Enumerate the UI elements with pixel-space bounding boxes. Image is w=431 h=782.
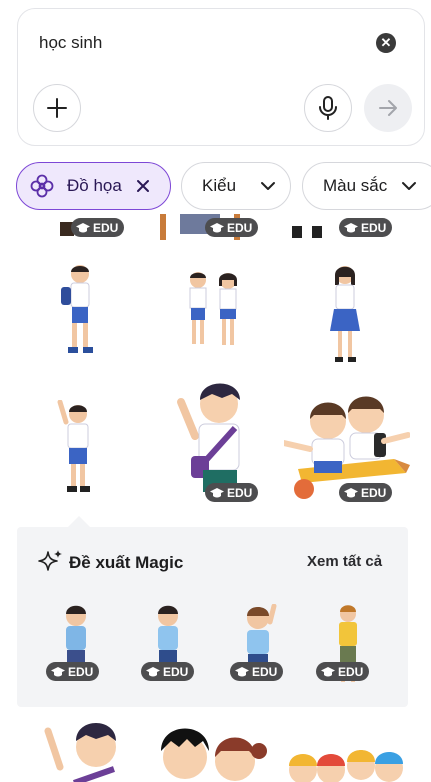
result-illustration-boy-backpack[interactable] — [58, 263, 104, 366]
edu-badge: EDU — [205, 218, 259, 237]
graduation-cap-icon — [344, 487, 358, 497]
see-all-link[interactable]: Xem tất cả — [307, 553, 382, 570]
edu-badge: EDU — [141, 662, 195, 681]
result-illustration[interactable] — [283, 744, 409, 782]
clear-search-button[interactable]: ✕ — [376, 33, 396, 53]
search-input[interactable]: học sinh — [39, 33, 102, 53]
close-icon: ✕ — [380, 35, 392, 50]
submit-search-button[interactable] — [364, 84, 412, 132]
graduation-cap-icon — [146, 666, 160, 676]
add-button[interactable] — [33, 84, 81, 132]
result-illustration-girl-student[interactable] — [325, 263, 365, 370]
voice-search-button[interactable] — [304, 84, 352, 132]
graduation-cap-icon — [210, 487, 224, 497]
graduation-cap-icon — [76, 222, 90, 232]
filter-chip-graphics-label: Đồ họa — [67, 176, 122, 195]
filter-chip-style-label: Kiểu — [202, 176, 237, 195]
graduation-cap-icon — [235, 666, 249, 676]
search-box[interactable]: học sinh ✕ — [17, 8, 425, 146]
filter-chip-style[interactable]: Kiểu — [181, 162, 291, 210]
filter-chip-color[interactable]: Màu sắc — [302, 162, 431, 210]
arrow-right-icon — [379, 100, 397, 116]
edu-badge: EDU — [339, 218, 393, 237]
result-illustration-boy-waving[interactable] — [56, 399, 98, 501]
mic-icon — [319, 96, 337, 120]
result-illustration[interactable] — [40, 721, 130, 782]
panel-pointer — [68, 516, 90, 527]
chevron-down-icon — [402, 182, 417, 190]
filter-chips: Đồ họa Kiểu Màu sắc — [16, 162, 431, 212]
graduation-cap-icon — [321, 666, 335, 676]
chevron-down-icon — [261, 182, 276, 190]
flower-icon — [30, 174, 54, 198]
edu-badge: EDU — [339, 483, 393, 502]
edu-badge: EDU — [230, 662, 284, 681]
graduation-cap-icon — [51, 666, 65, 676]
graduation-cap-icon — [210, 222, 224, 232]
edu-badge: EDU — [46, 662, 100, 681]
edu-badge: EDU — [71, 218, 125, 237]
result-illustration-two-students[interactable] — [182, 270, 248, 359]
filter-chip-graphics[interactable]: Đồ họa — [16, 162, 171, 210]
magic-suggestions-title: Đề xuất Magic — [69, 553, 184, 572]
close-icon[interactable] — [136, 179, 150, 193]
plus-icon — [47, 98, 67, 118]
sparkle-icon — [38, 550, 62, 571]
edu-badge: EDU — [316, 662, 370, 681]
filter-chip-color-label: Màu sắc — [323, 176, 388, 195]
graduation-cap-icon — [344, 222, 358, 232]
result-illustration[interactable] — [288, 214, 328, 245]
edu-badge: EDU — [205, 483, 259, 502]
result-illustration[interactable] — [155, 721, 275, 782]
